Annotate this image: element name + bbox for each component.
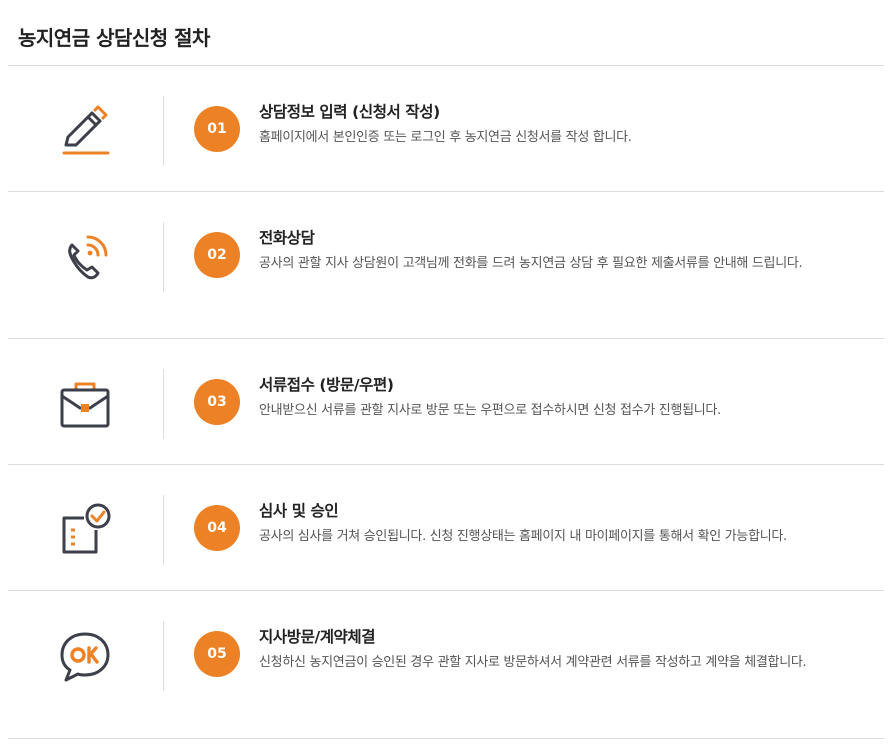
step-text: 심사 및 승인 공사의 심사를 거쳐 승인됩니다. 신청 진행상태는 홈페이지 … — [259, 499, 883, 547]
step-title: 서류접수 (방문/우편) — [259, 376, 394, 394]
step-number-badge: 04 — [194, 505, 240, 551]
step-title: 심사 및 승인 — [259, 502, 339, 520]
step-divider — [163, 96, 164, 166]
step-2: 02 전화상담 공사의 관할 지사 상담원이 고객님께 전화를 드려 농지연금 … — [8, 192, 884, 339]
step-description: 안내받으신 서류를 관할 지사로 방문 또는 우편으로 접수하시면 신청 접수가… — [259, 403, 721, 418]
phone-call-icon — [54, 227, 116, 289]
step-divider — [163, 222, 164, 292]
pencil-write-icon — [54, 101, 116, 163]
step-divider — [163, 621, 164, 691]
step-number-badge: 01 — [194, 106, 240, 152]
step-number-badge: 02 — [194, 232, 240, 278]
step-title: 전화상담 — [259, 229, 315, 247]
step-title: 상담정보 입력 (신청서 작성) — [259, 103, 440, 121]
step-description: 홈페이지에서 본인인증 또는 로그인 후 농지연금 신청서를 작성 합니다. — [259, 130, 632, 145]
step-4: 04 심사 및 승인 공사의 심사를 거쳐 승인됩니다. 신청 진행상태는 홈페… — [8, 465, 884, 591]
procedure-steps: 01 상담정보 입력 (신청서 작성) 홈페이지에서 본인인증 또는 로그인 후… — [8, 66, 884, 739]
briefcase-icon — [54, 374, 116, 436]
step-text: 서류접수 (방문/우편) 안내받으신 서류를 관할 지사로 방문 또는 우편으로… — [259, 373, 883, 421]
step-description: 공사의 관할 지사 상담원이 고객님께 전화를 드려 농지연금 상담 후 필요한… — [259, 256, 803, 271]
step-divider — [163, 369, 164, 439]
step-number-badge: 03 — [194, 379, 240, 425]
page-title: 농지연금 상담신청 절차 — [18, 26, 210, 50]
step-text: 전화상담 공사의 관할 지사 상담원이 고객님께 전화를 드려 농지연금 상담 … — [259, 226, 883, 274]
step-1: 01 상담정보 입력 (신청서 작성) 홈페이지에서 본인인증 또는 로그인 후… — [8, 66, 884, 192]
ok-speech-bubble-icon — [54, 626, 116, 688]
step-text: 상담정보 입력 (신청서 작성) 홈페이지에서 본인인증 또는 로그인 후 농지… — [259, 100, 883, 148]
step-title: 지사방문/계약체결 — [259, 628, 376, 646]
step-description: 신청하신 농지연금이 승인된 경우 관할 지사로 방문하셔서 계약관련 서류를 … — [259, 655, 807, 670]
step-5: 05 지사방문/계약체결 신청하신 농지연금이 승인된 경우 관할 지사로 방문… — [8, 591, 884, 739]
step-3: 03 서류접수 (방문/우편) 안내받으신 서류를 관할 지사로 방문 또는 우… — [8, 339, 884, 465]
step-number-badge: 05 — [194, 631, 240, 677]
step-divider — [163, 495, 164, 565]
document-check-icon — [54, 500, 116, 562]
step-description: 공사의 심사를 거쳐 승인됩니다. 신청 진행상태는 홈페이지 내 마이페이지를… — [259, 529, 787, 544]
step-text: 지사방문/계약체결 신청하신 농지연금이 승인된 경우 관할 지사로 방문하셔서… — [259, 625, 883, 673]
